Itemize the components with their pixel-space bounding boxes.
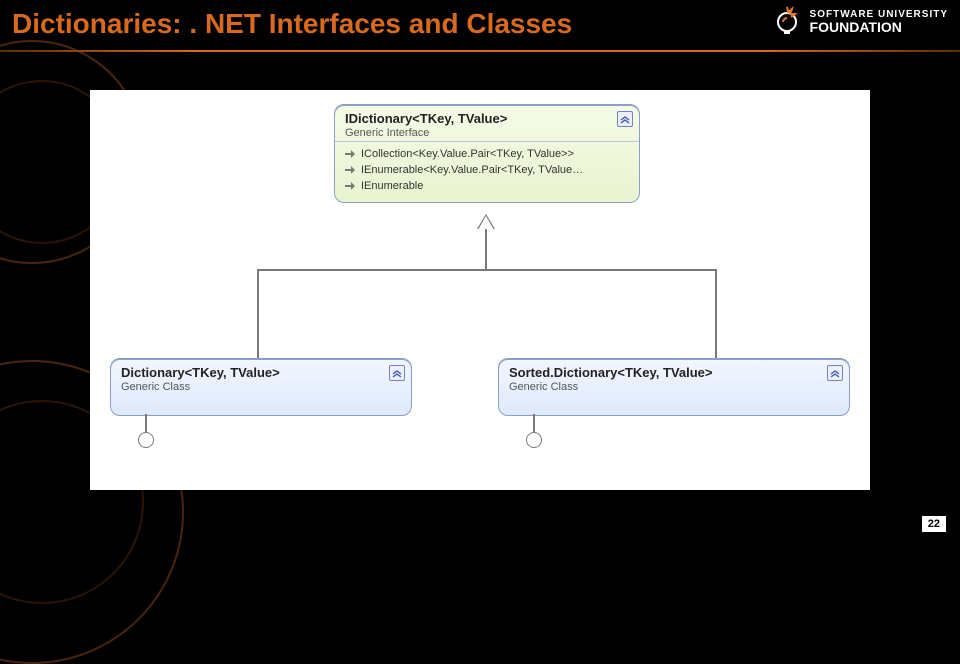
- connector: [257, 269, 717, 271]
- diagram-canvas: IDictionary<TKey, TValue> Generic Interf…: [90, 90, 870, 490]
- interface-member: ICollection<Key.Value.Pair<TKey, TValue>…: [361, 146, 574, 162]
- class-left-subtitle: Generic Class: [121, 381, 401, 393]
- lollipop-icon: [526, 432, 542, 448]
- header-rule: [0, 50, 960, 52]
- class-left-title: Dictionary<TKey, TValue>: [121, 365, 401, 380]
- connector: [533, 414, 535, 432]
- member-arrow-icon: [345, 165, 355, 175]
- lollipop-icon: [138, 432, 154, 448]
- class-right-title: Sorted.Dictionary<TKey, TValue>: [509, 365, 839, 380]
- brand-line1: SOFTWARE UNIVERSITY: [810, 9, 948, 20]
- class-box-right: Sorted.Dictionary<TKey, TValue> Generic …: [498, 358, 850, 416]
- interface-subtitle: Generic Interface: [345, 127, 629, 139]
- connector: [257, 269, 259, 359]
- member-arrow-icon: [345, 149, 355, 159]
- brand-logo: SOFTWARE UNIVERSITY FOUNDATION: [770, 4, 948, 38]
- collapse-icon[interactable]: [827, 365, 843, 381]
- inheritance-arrowhead-fill: [478, 216, 494, 230]
- connector: [145, 414, 147, 432]
- interface-box: IDictionary<TKey, TValue> Generic Interf…: [334, 104, 640, 203]
- brand-line2: FOUNDATION: [810, 20, 948, 34]
- collapse-icon[interactable]: [389, 365, 405, 381]
- slide-title: Dictionaries: . NET Interfaces and Class…: [12, 8, 572, 40]
- connector: [715, 269, 717, 359]
- interface-member: IEnumerable: [361, 178, 423, 194]
- class-right-subtitle: Generic Class: [509, 381, 839, 393]
- class-box-left: Dictionary<TKey, TValue> Generic Class: [110, 358, 412, 416]
- collapse-icon[interactable]: [617, 111, 633, 127]
- interface-members: ICollection<Key.Value.Pair<TKey, TValue>…: [335, 141, 639, 202]
- slide-header: Dictionaries: . NET Interfaces and Class…: [0, 0, 960, 54]
- page-number: 22: [922, 516, 946, 532]
- connector: [485, 229, 487, 269]
- interface-member: IEnumerable<Key.Value.Pair<TKey, TValue…: [361, 162, 583, 178]
- member-arrow-icon: [345, 181, 355, 191]
- lightbulb-icon: [770, 4, 804, 38]
- interface-title: IDictionary<TKey, TValue>: [345, 111, 629, 126]
